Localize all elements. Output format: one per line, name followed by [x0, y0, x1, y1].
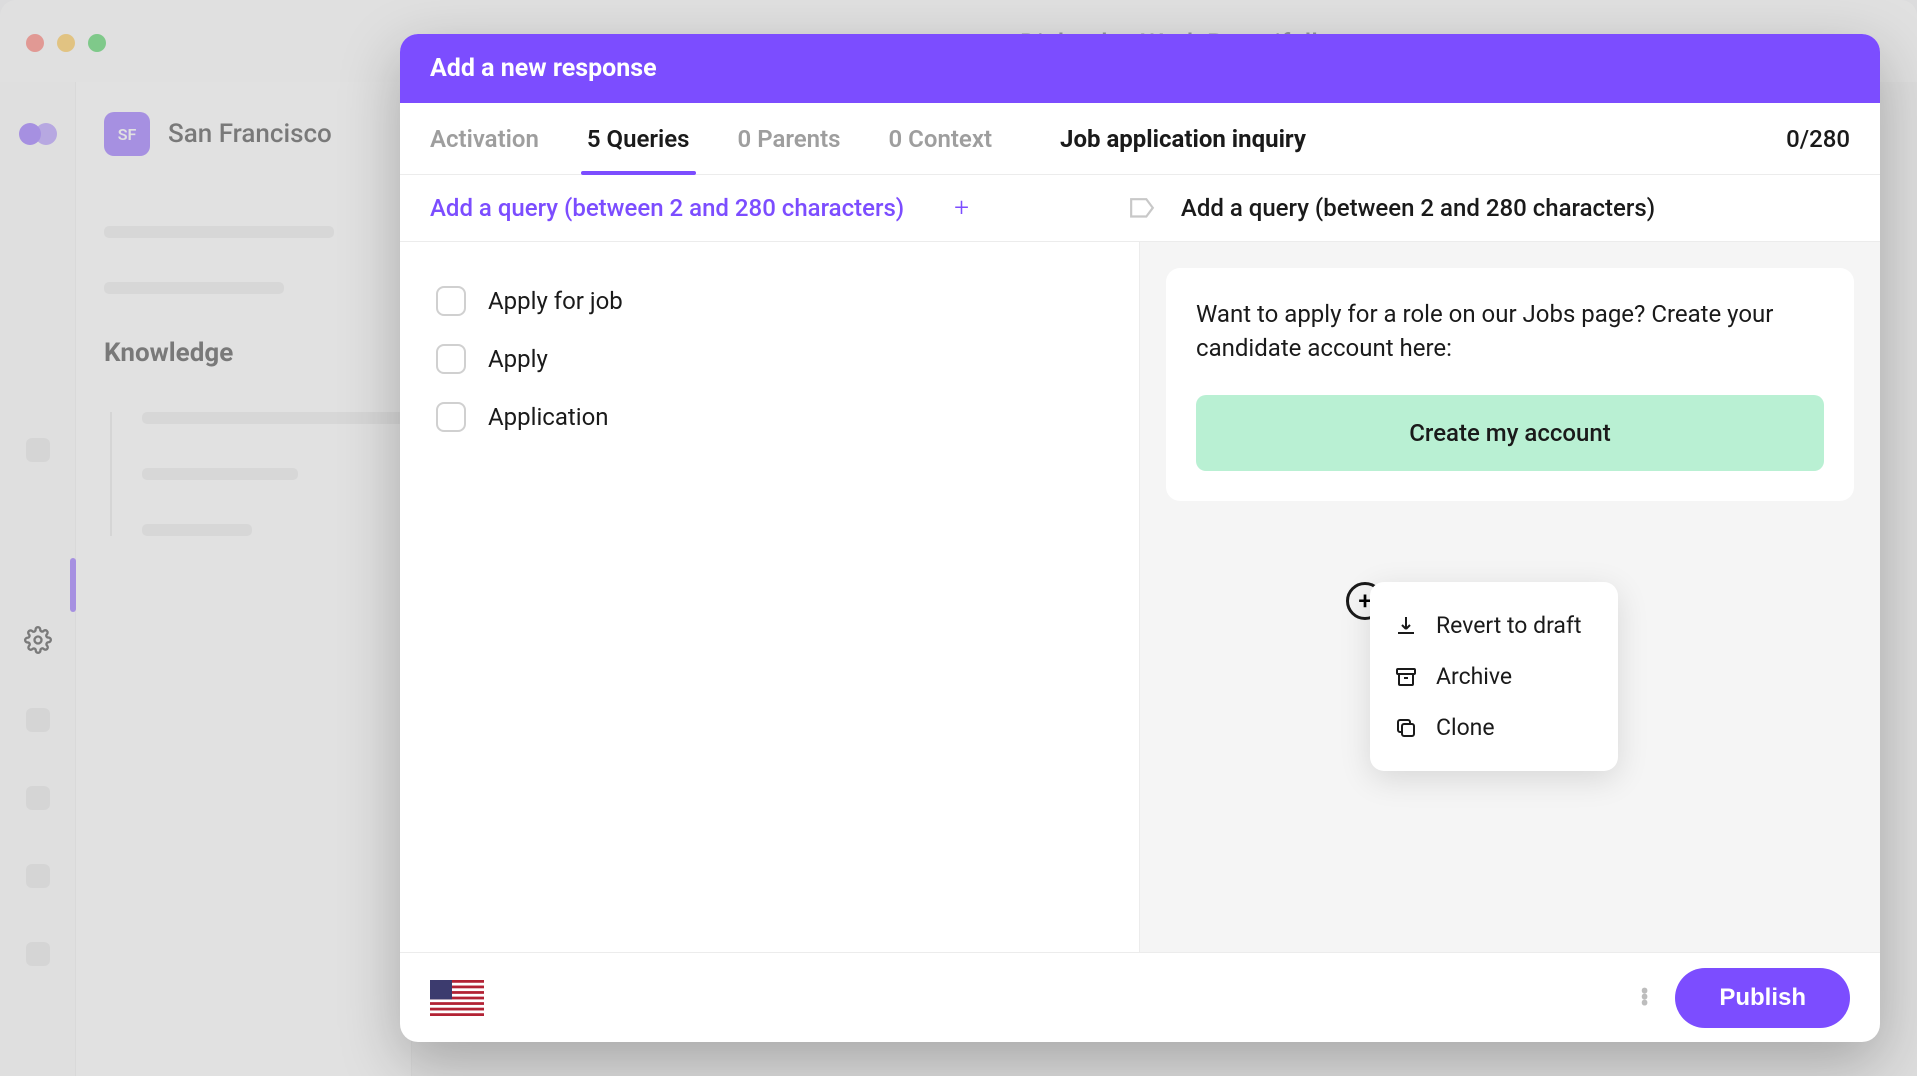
response-preview-panel: Want to apply for a role on our Jobs pag…: [1140, 242, 1880, 952]
menu-clone[interactable]: Clone: [1370, 702, 1618, 753]
query-label: Application: [488, 403, 609, 431]
query-input-right[interactable]: Add a query (between 2 and 280 character…: [1181, 194, 1655, 222]
menu-revert[interactable]: Revert to draft: [1370, 600, 1618, 651]
modal-body: Apply for job Apply Application Want to …: [400, 242, 1880, 952]
query-checkbox[interactable]: [436, 402, 466, 432]
query-item[interactable]: Apply for job: [436, 286, 1103, 316]
download-icon: [1394, 614, 1418, 638]
queries-list: Apply for job Apply Application: [400, 242, 1140, 952]
query-input-left[interactable]: Add a query (between 2 and 280 character…: [430, 194, 904, 222]
add-query-button[interactable]: +: [954, 193, 969, 223]
query-checkbox[interactable]: [436, 286, 466, 316]
modal-footer: ••• Publish: [400, 952, 1880, 1042]
query-checkbox[interactable]: [436, 344, 466, 374]
tab-parents[interactable]: 0 Parents: [738, 103, 841, 174]
preview-card: Want to apply for a role on our Jobs pag…: [1166, 268, 1854, 501]
query-item[interactable]: Apply: [436, 344, 1103, 374]
context-menu: Revert to draft Archive Clone: [1370, 582, 1618, 771]
menu-archive[interactable]: Archive: [1370, 651, 1618, 702]
modal-tabs: Activation 5 Queries 0 Parents 0 Context…: [400, 103, 1880, 175]
query-label: Apply for job: [488, 287, 623, 315]
more-options-button[interactable]: •••: [1640, 989, 1651, 1007]
menu-label: Revert to draft: [1436, 612, 1581, 639]
tab-context[interactable]: 0 Context: [889, 103, 993, 174]
language-flag-us[interactable]: [430, 980, 484, 1016]
menu-label: Archive: [1436, 663, 1512, 690]
preview-cta-button[interactable]: Create my account: [1196, 395, 1824, 471]
archive-icon: [1394, 665, 1418, 689]
tab-activation[interactable]: Activation: [430, 103, 539, 174]
modal-header: Add a new response: [400, 34, 1880, 103]
publish-button[interactable]: Publish: [1675, 968, 1850, 1028]
query-item[interactable]: Application: [436, 402, 1103, 432]
menu-label: Clone: [1436, 714, 1495, 741]
tab-queries[interactable]: 5 Queries: [587, 103, 690, 174]
query-label: Apply: [488, 345, 548, 373]
response-modal: Add a new response Activation 5 Queries …: [400, 34, 1880, 1042]
query-input-bar: Add a query (between 2 and 280 character…: [400, 175, 1880, 242]
copy-icon: [1394, 716, 1418, 740]
char-count: 0/280: [1786, 125, 1850, 153]
tag-icon[interactable]: [1129, 197, 1155, 219]
preview-text: Want to apply for a role on our Jobs pag…: [1196, 298, 1824, 365]
response-title: Job application inquiry: [1060, 125, 1306, 153]
